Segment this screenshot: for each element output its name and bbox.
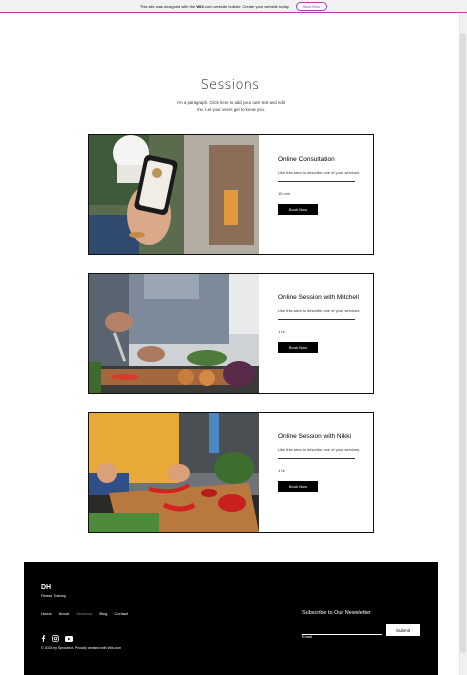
page-title: Sessions	[200, 78, 260, 93]
footer-nav-sessions[interactable]: Sessions	[76, 611, 92, 616]
session-card: Online Session with Mitchell Use this ar…	[88, 273, 374, 394]
session-info: Online Session with Nikki Use this area …	[278, 433, 368, 492]
session-info: Online Consultation Use this area to des…	[278, 156, 368, 215]
email-field[interactable]	[302, 632, 382, 641]
session-description: Use this area to describe one of your se…	[278, 446, 361, 452]
facebook-icon[interactable]	[41, 629, 46, 647]
wix-banner: This site was designed with the WIX.com …	[0, 0, 467, 13]
book-now-button[interactable]: Book Now	[278, 480, 318, 492]
copyright: © 2023 by Sproutect. Proudly created wit…	[41, 646, 122, 650]
footer-nav-about[interactable]: About	[59, 611, 69, 616]
footer-nav-contact[interactable]: Contact	[114, 611, 128, 616]
scrollbar-track[interactable]	[459, 13, 467, 675]
banner-text: This site was designed with the WIX.com …	[139, 3, 290, 9]
divider	[278, 318, 355, 320]
divider	[278, 180, 355, 182]
session-title: Online Session with Mitchell	[278, 294, 359, 301]
divider	[278, 457, 355, 459]
footer-brand[interactable]: DH	[41, 584, 51, 591]
book-now-button[interactable]: Book Now	[278, 203, 318, 215]
instagram-icon[interactable]	[52, 629, 59, 647]
session-card: Online Consultation Use this area to des…	[88, 134, 374, 255]
footer-nav: Home About Sessions Blog Contact	[41, 611, 128, 616]
footer-nav-home[interactable]: Home	[41, 611, 52, 616]
session-description: Use this area to describe one of your se…	[278, 169, 361, 175]
email-field-wrapper	[302, 625, 382, 641]
session-duration: 1 hr	[278, 328, 285, 334]
session-description: Use this area to describe one of your se…	[278, 307, 361, 313]
session-duration: 1 hr	[278, 467, 285, 473]
phone-in-hand-photo	[89, 135, 259, 254]
chopping-vegetables-photo	[89, 274, 259, 393]
session-duration: 15 min	[278, 190, 291, 196]
start-now-button[interactable]: Start Now	[295, 1, 328, 11]
session-card: Online Session with Nikki Use this area …	[88, 412, 374, 533]
social-links	[41, 629, 73, 647]
session-title: Online Consultation	[278, 156, 335, 163]
session-info: Online Session with Mitchell Use this ar…	[278, 294, 368, 353]
youtube-icon[interactable]	[65, 629, 73, 647]
page-description: I'm a paragraph. Click here to add your …	[177, 100, 285, 112]
site-footer: DH Fitness Training Home About Sessions …	[24, 562, 438, 675]
slicing-peppers-photo	[89, 413, 259, 532]
footer-nav-blog[interactable]: Blog	[99, 611, 107, 616]
scrollbar-thumb[interactable]	[460, 33, 466, 653]
newsletter-title: Subscribe to Our Newsletter	[302, 610, 371, 616]
submit-button[interactable]: Submit	[386, 624, 420, 636]
wix-logo: WIX	[196, 3, 204, 9]
session-title: Online Session with Nikki	[278, 433, 351, 440]
book-now-button[interactable]: Book Now	[278, 341, 318, 353]
footer-tagline: Fitness Training	[41, 594, 66, 598]
